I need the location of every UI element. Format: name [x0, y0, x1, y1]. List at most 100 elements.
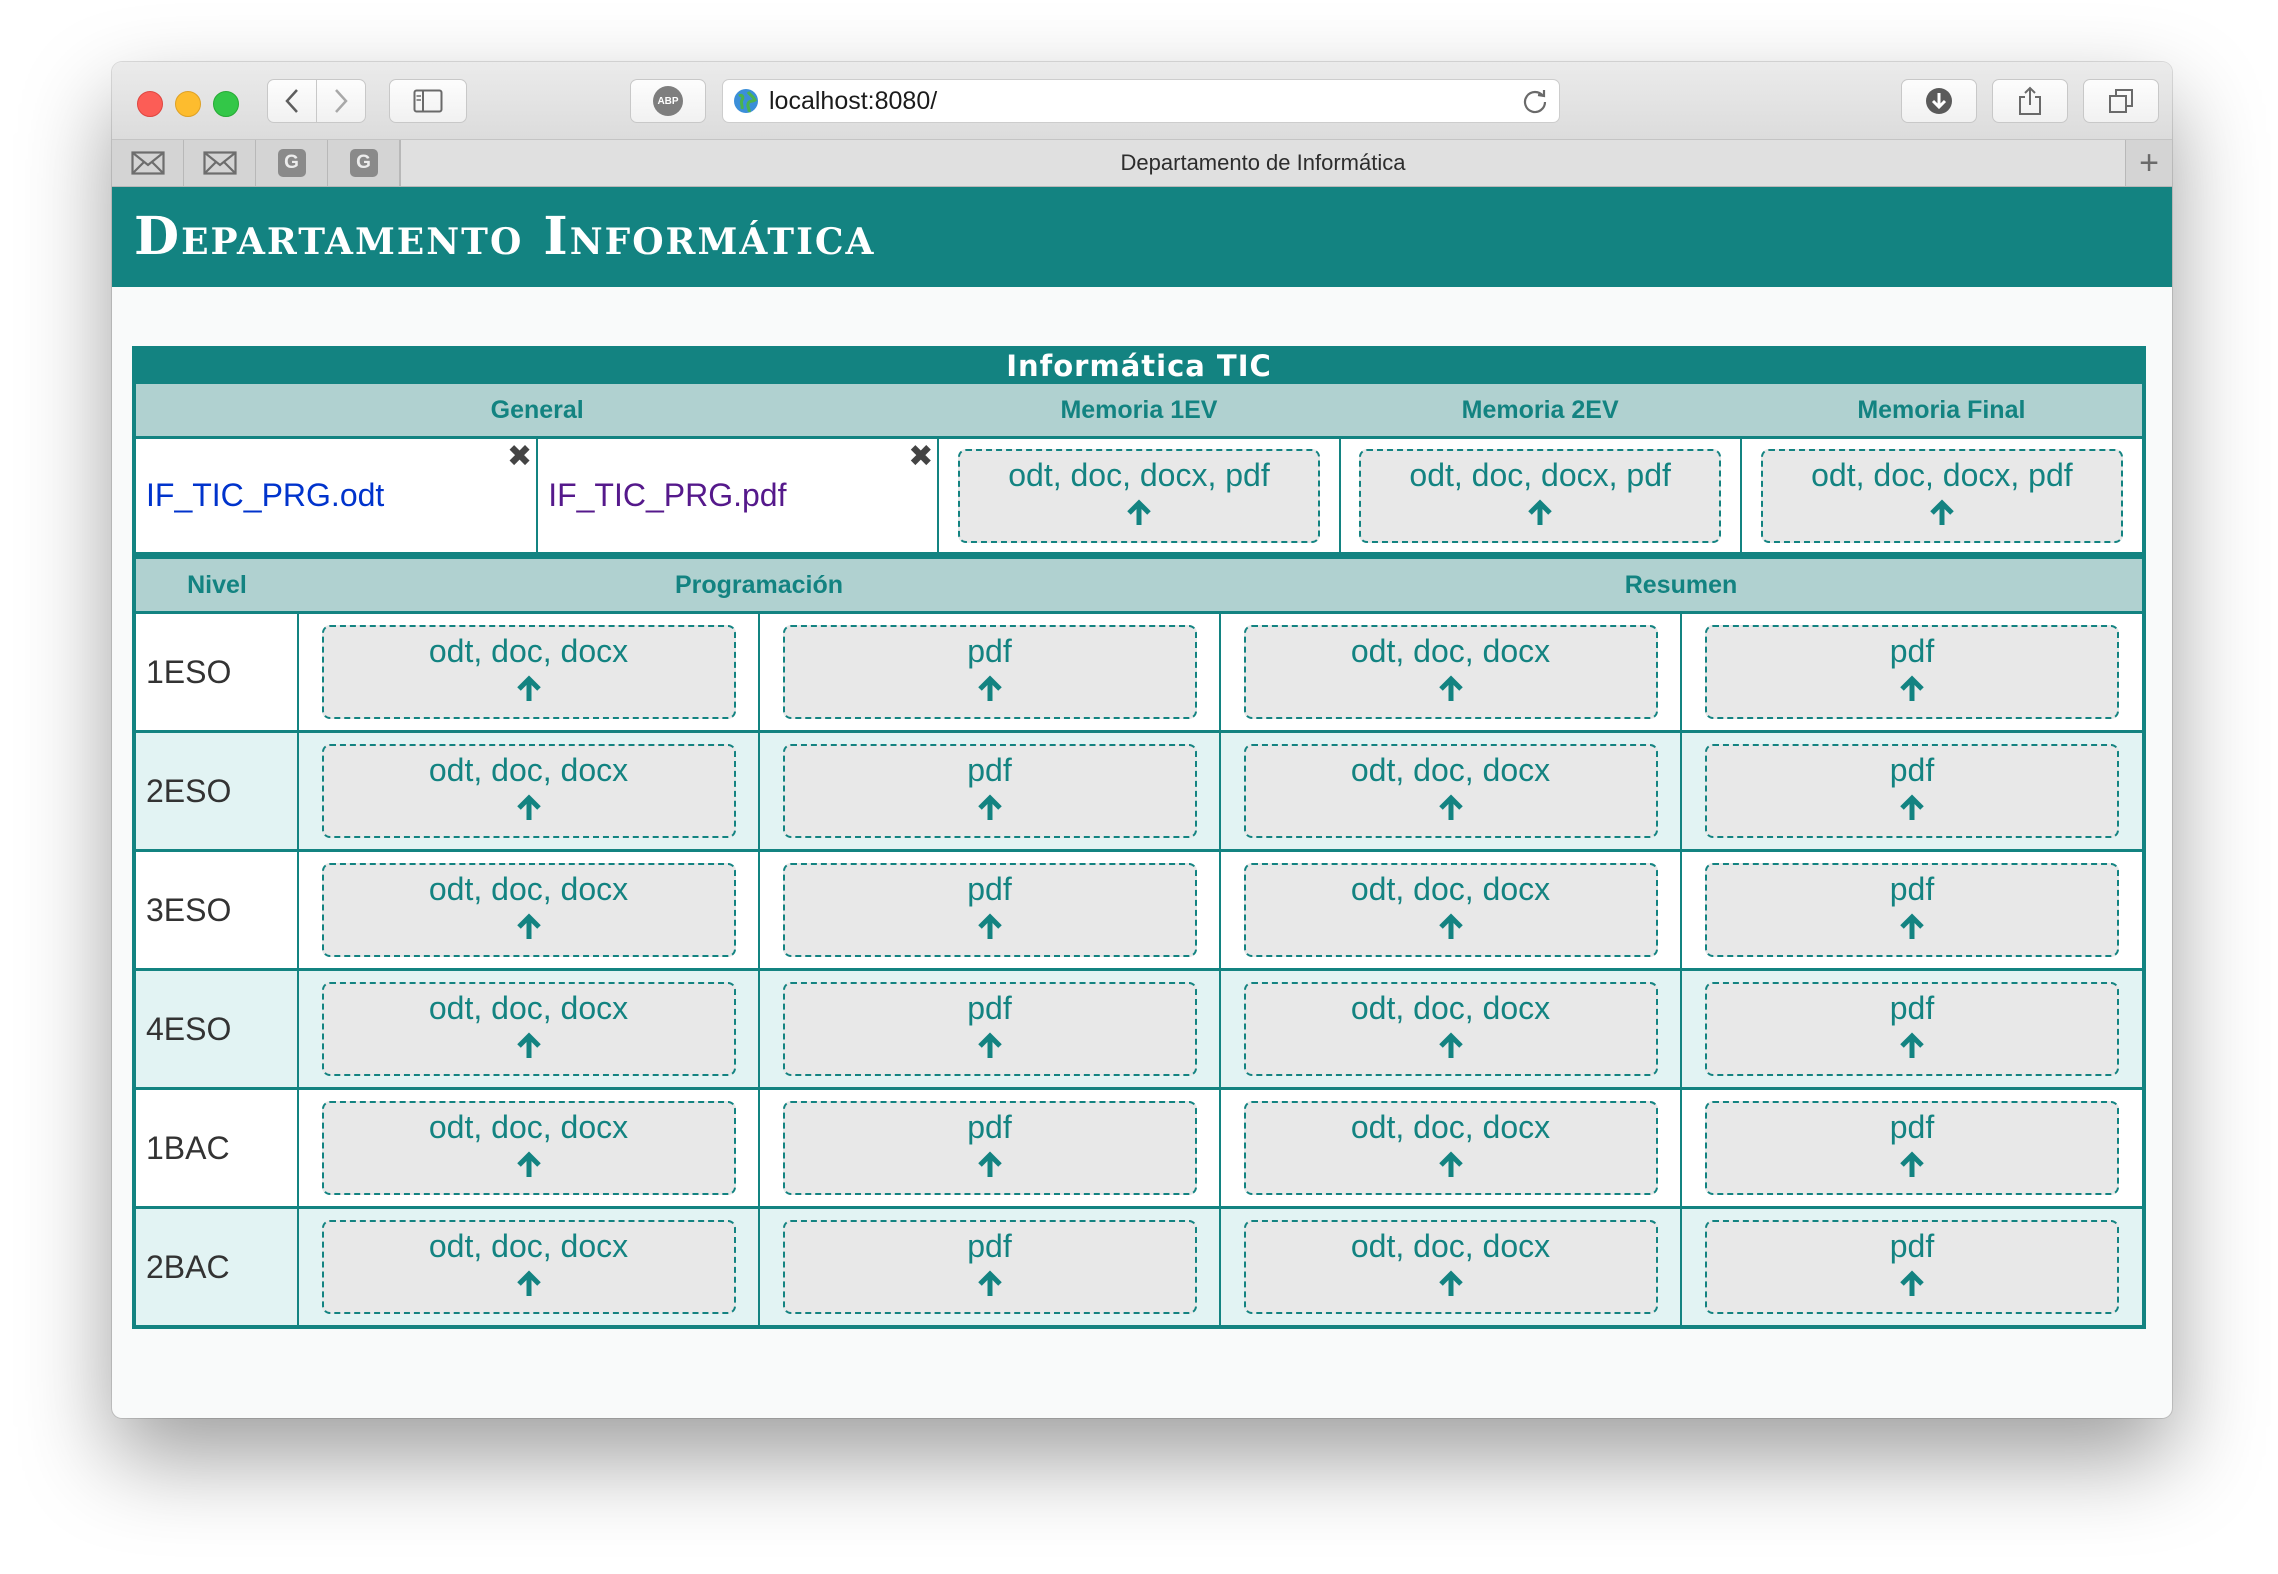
upload-dropzone-resumen-pdf[interactable]: pdf: [1705, 625, 2119, 719]
pinned-tab-g-2[interactable]: G: [328, 140, 400, 186]
upload-dropzone-programacion-pdf[interactable]: pdf: [782, 744, 1197, 838]
close-window-button[interactable]: [137, 91, 163, 117]
level-name: 1BAC: [136, 1087, 299, 1208]
programacion-doc-cell: odt, doc, docx: [298, 968, 760, 1089]
general-pdf-cell: IF_TIC_PRG.pdf ✖: [537, 436, 940, 559]
chevron-left-icon: [285, 89, 298, 113]
upload-dropzone-programacion-doc[interactable]: odt, doc, docx: [321, 1101, 736, 1195]
active-tab[interactable]: Departamento de Informática: [400, 140, 2126, 186]
upload-dropzone-resumen-pdf[interactable]: pdf: [1705, 1101, 2119, 1195]
general-header-row: General Memoria 1EV Memoria 2EV Memoria …: [136, 384, 2142, 438]
share-button[interactable]: [1992, 79, 2068, 123]
upload-dropzone-programacion-doc[interactable]: odt, doc, docx: [321, 1220, 736, 1314]
upload-dropzone-programacion-pdf[interactable]: pdf: [782, 982, 1197, 1076]
upload-arrow-icon: [1900, 1032, 1924, 1058]
reload-icon[interactable]: [1521, 87, 1549, 115]
sidebar-toggle-button[interactable]: [389, 79, 467, 123]
department-panel: Informática TIC General Memoria 1EV Memo…: [132, 346, 2146, 1329]
resumen-doc-cell: odt, doc, docx: [1220, 849, 1682, 970]
site-header: Departamento Informática: [112, 187, 2172, 287]
upload-dropzone-memoria-2ev[interactable]: odt, doc, docx, pdf: [1359, 448, 1722, 543]
upload-dropzone-programacion-pdf[interactable]: pdf: [782, 1101, 1197, 1195]
upload-label: pdf: [967, 752, 1012, 788]
upload-dropzone-resumen-doc[interactable]: odt, doc, docx: [1243, 625, 1658, 719]
upload-arrow-icon: [1438, 1151, 1463, 1177]
file-link-odt[interactable]: IF_TIC_PRG.odt: [136, 477, 384, 513]
level-name: 3ESO: [136, 849, 299, 970]
pinned-tab-mail-2[interactable]: [184, 140, 256, 186]
upload-dropzone-resumen-doc[interactable]: odt, doc, docx: [1243, 1101, 1658, 1195]
back-button[interactable]: [267, 79, 317, 123]
zoom-window-button[interactable]: [213, 91, 239, 117]
upload-label: odt, doc, docx: [1350, 871, 1551, 907]
adblock-button[interactable]: ABP: [630, 79, 706, 123]
minimize-window-button[interactable]: [175, 91, 201, 117]
resumen-doc-cell: odt, doc, docx: [1220, 968, 1682, 1089]
upload-label: pdf: [967, 990, 1012, 1026]
upload-label: pdf: [967, 1228, 1012, 1264]
upload-label: pdf: [1889, 871, 1935, 907]
programacion-pdf-cell: pdf: [759, 730, 1221, 851]
upload-dropzone-programacion-doc[interactable]: odt, doc, docx: [321, 744, 736, 838]
show-tabs-button[interactable]: [2083, 79, 2159, 123]
programacion-doc-cell: odt, doc, docx: [298, 1206, 760, 1325]
resumen-pdf-cell: pdf: [1681, 849, 2142, 970]
level-row-4eso: 4ESO odt, doc, docx pdf odt, doc, docx pdf: [136, 968, 2142, 1089]
upload-dropzone-programacion-doc[interactable]: odt, doc, docx: [321, 625, 736, 719]
upload-arrow-icon: [516, 913, 541, 939]
upload-arrow-icon: [516, 1270, 541, 1296]
upload-label: odt, doc, docx: [428, 633, 629, 669]
resumen-doc-cell: odt, doc, docx: [1220, 1087, 1682, 1208]
upload-arrow-icon: [1438, 794, 1463, 820]
upload-dropzone-resumen-doc[interactable]: odt, doc, docx: [1243, 1220, 1658, 1314]
header-nivel: Nivel: [136, 559, 298, 613]
pinned-tab-g-1[interactable]: G: [256, 140, 328, 186]
programacion-pdf-cell: pdf: [759, 849, 1221, 970]
level-name: 2ESO: [136, 730, 299, 851]
upload-dropzone-resumen-pdf[interactable]: pdf: [1705, 982, 2119, 1076]
pinned-tab-mail-1[interactable]: [112, 140, 184, 186]
upload-label: odt, doc, docx: [1350, 1228, 1551, 1264]
new-tab-button[interactable]: +: [2126, 140, 2172, 186]
level-row-2eso: 2ESO odt, doc, docx pdf odt, doc, docx pdf: [136, 730, 2142, 851]
delete-icon[interactable]: ✖: [507, 442, 532, 472]
download-icon: [1926, 88, 1952, 114]
programacion-pdf-cell: pdf: [759, 1206, 1221, 1325]
sidebar-icon: [413, 89, 443, 113]
delete-icon[interactable]: ✖: [908, 442, 933, 472]
upload-dropzone-programacion-pdf[interactable]: pdf: [782, 863, 1197, 957]
upload-dropzone-memoria-1ev[interactable]: odt, doc, docx, pdf: [957, 448, 1320, 543]
upload-dropzone-resumen-doc[interactable]: odt, doc, docx: [1243, 744, 1658, 838]
level-row-2bac: 2BAC odt, doc, docx pdf odt, doc, docx pdf: [136, 1206, 2142, 1325]
file-link-pdf[interactable]: IF_TIC_PRG.pdf: [538, 477, 786, 513]
memoria-2ev-cell: odt, doc, docx, pdf: [1339, 436, 1742, 559]
upload-arrow-icon: [1438, 675, 1463, 701]
level-name: 1ESO: [136, 611, 299, 732]
upload-dropzone-programacion-doc[interactable]: odt, doc, docx: [321, 863, 736, 957]
upload-dropzone-resumen-pdf[interactable]: pdf: [1705, 1220, 2119, 1314]
forward-button[interactable]: [316, 79, 366, 123]
levels-table: Nivel Programación Resumen 1ESO odt, doc,…: [136, 559, 2142, 1325]
upload-dropzone-resumen-pdf[interactable]: pdf: [1705, 863, 2119, 957]
upload-dropzone-resumen-pdf[interactable]: pdf: [1705, 744, 2119, 838]
share-icon: [2019, 86, 2041, 115]
upload-label: pdf: [967, 1109, 1012, 1145]
upload-dropzone-memoria-final[interactable]: odt, doc, docx, pdf: [1760, 448, 2123, 543]
programacion-doc-cell: odt, doc, docx: [298, 1087, 760, 1208]
memoria-final-cell: odt, doc, docx, pdf: [1740, 436, 2142, 559]
upload-dropzone-programacion-doc[interactable]: odt, doc, docx: [321, 982, 736, 1076]
memoria-1ev-cell: odt, doc, docx, pdf: [938, 436, 1341, 559]
downloads-button[interactable]: [1901, 79, 1977, 123]
upload-dropzone-resumen-doc[interactable]: odt, doc, docx: [1243, 982, 1658, 1076]
site-title: Departamento Informática: [134, 206, 876, 267]
upload-dropzone-programacion-pdf[interactable]: pdf: [782, 1220, 1197, 1314]
upload-label: odt, doc, docx: [1350, 752, 1551, 788]
upload-arrow-icon: [977, 913, 1002, 939]
level-row-1eso: 1ESO odt, doc, docx pdf odt, doc, docx pdf: [136, 611, 2142, 732]
header-general: General: [136, 384, 939, 438]
upload-dropzone-resumen-doc[interactable]: odt, doc, docx: [1243, 863, 1658, 957]
browser-toolbar: ABP localhost:8080/: [112, 62, 2172, 140]
upload-label: odt, doc, docx: [1350, 633, 1551, 669]
upload-dropzone-programacion-pdf[interactable]: pdf: [782, 625, 1197, 719]
address-bar[interactable]: localhost:8080/: [722, 79, 1560, 123]
